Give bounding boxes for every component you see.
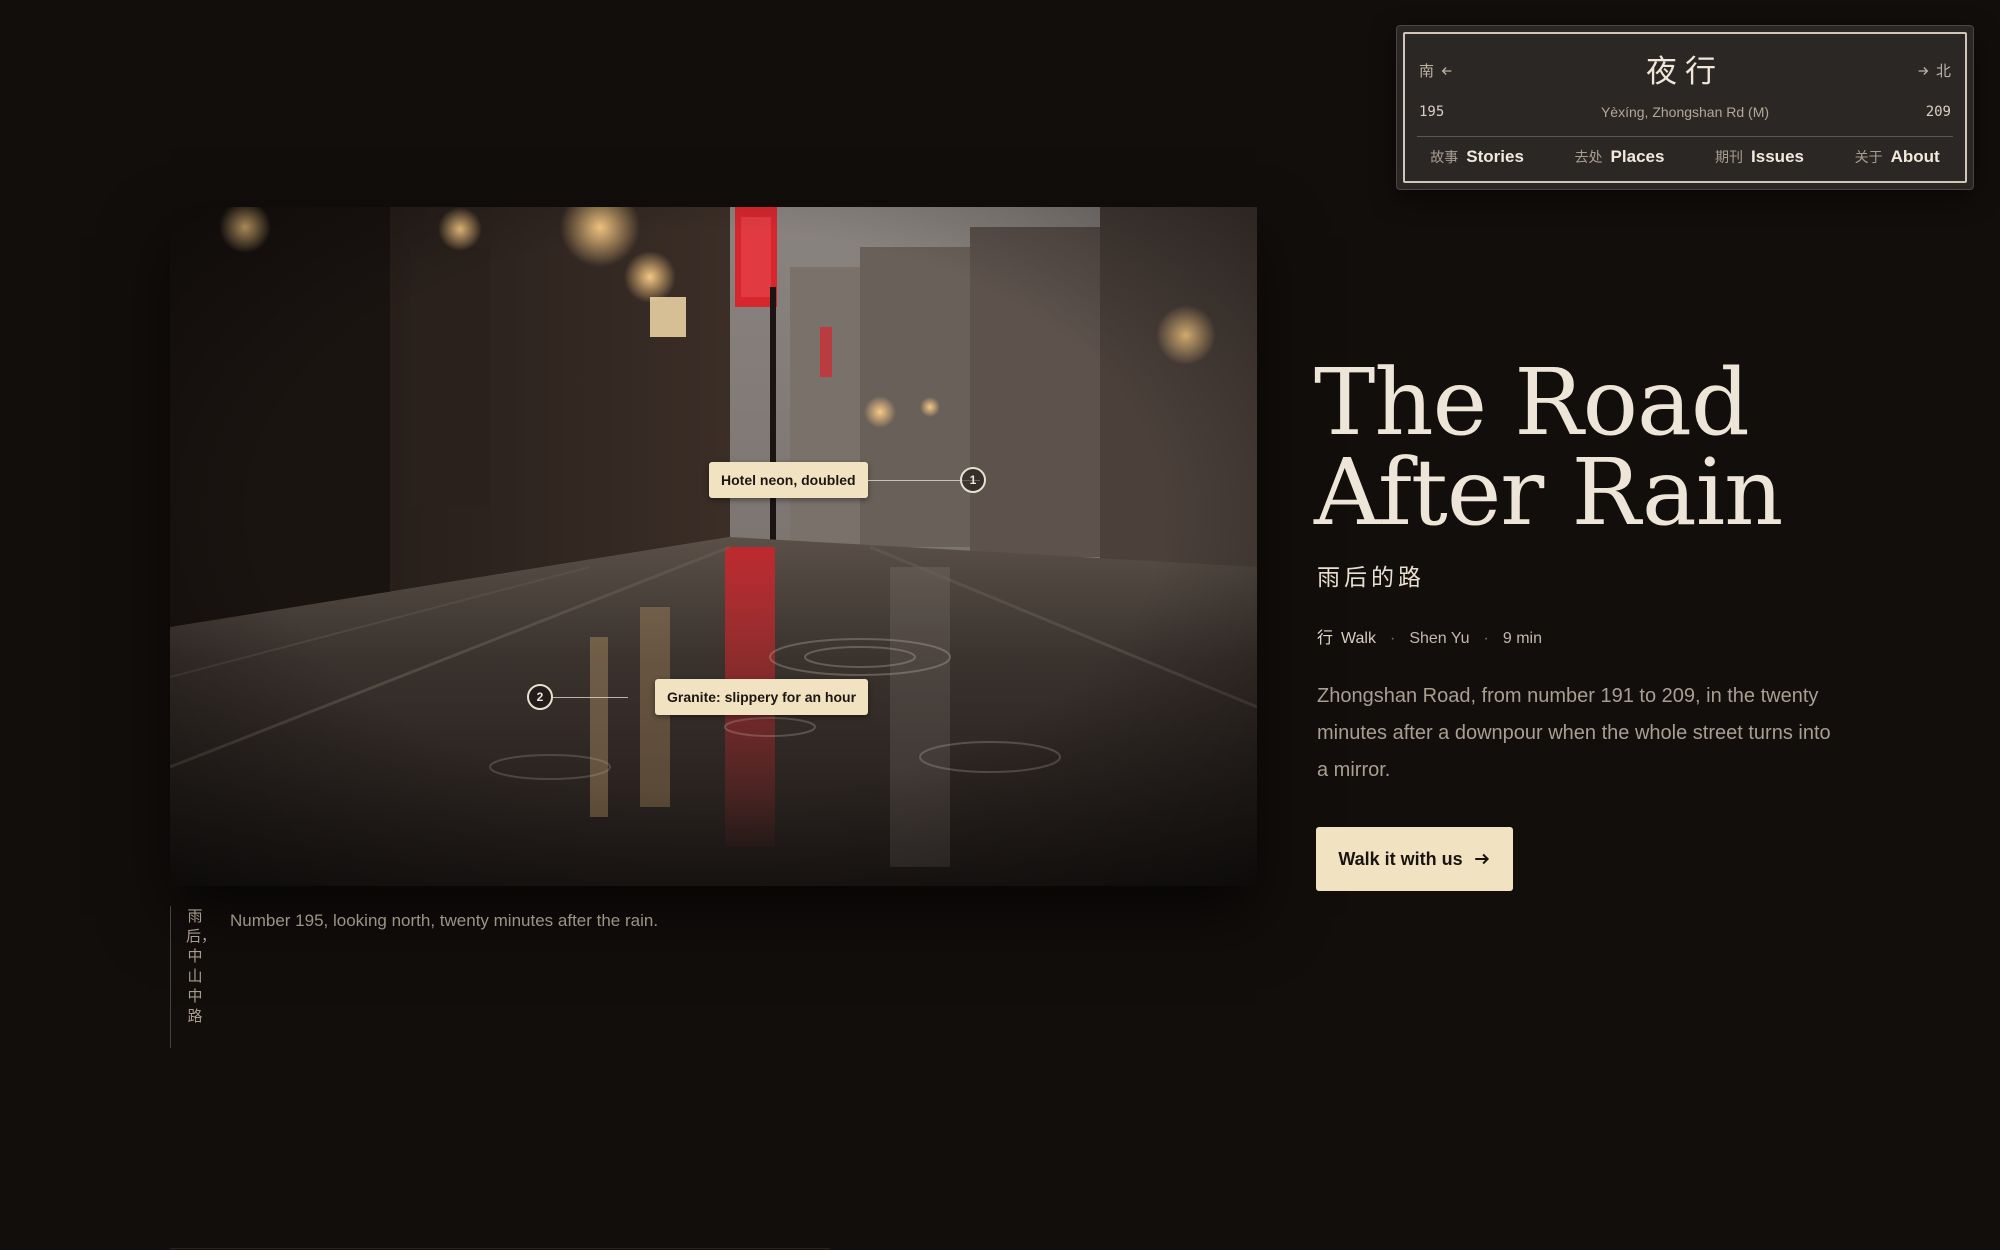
- nav-link-zh: 故事: [1430, 150, 1459, 166]
- nav-link-label: Stories: [1466, 147, 1524, 166]
- nav-link-zh: 关于: [1854, 150, 1883, 166]
- arrow-right-icon: [1918, 66, 1929, 75]
- rainy-street-photo: [170, 207, 1257, 886]
- article-title-line-2: After Rain: [1314, 439, 1783, 546]
- sign-subtitle: Yèxíng, Zhongshan Rd (M): [1600, 104, 1770, 120]
- nav-link-about[interactable]: 关于 About: [1855, 147, 1940, 167]
- meta-separator: ·: [1389, 630, 1396, 647]
- article-meta: 行 Walk · Shen Yu · 9 min: [1317, 624, 1542, 648]
- meta-category[interactable]: Walk: [1341, 630, 1376, 648]
- page: 南 夜行 北 195 Yèxíng, Zhongshan Rd (M) 209 …: [0, 0, 2000, 1250]
- meta-separator: ·: [1483, 630, 1489, 647]
- sign-number-end: 209: [1925, 104, 1951, 120]
- nav-link-zh: 期刊: [1715, 150, 1744, 166]
- cta-label: Walk it with us: [1338, 848, 1463, 869]
- article-title: The Road After Rain: [1314, 349, 1783, 546]
- article-title-line-1: The Road: [1314, 349, 1750, 456]
- caption-zh-vertical: 雨后，中山中路: [186, 907, 217, 1025]
- photo-hotspot-marker-1[interactable]: 1: [960, 467, 986, 493]
- sign-north-label: 北: [1935, 62, 1951, 80]
- nav-link-label: Places: [1610, 147, 1665, 166]
- hero-photo: Hotel neon, doubled 1 2 Granite: slipper…: [170, 207, 1257, 886]
- section-divider: [170, 1248, 830, 1249]
- callout-leader-line-2: [553, 697, 628, 698]
- nav-link-places[interactable]: 去处 Places: [1575, 147, 1665, 167]
- meta-read-time: 9 min: [1502, 630, 1542, 647]
- article-subtitle-zh: 雨后的路: [1317, 565, 1425, 591]
- sign-frame: 南 夜行 北 195 Yèxíng, Zhongshan Rd (M) 209 …: [1403, 32, 1967, 183]
- arrow-right-icon: [1474, 853, 1489, 865]
- caption-divider: [170, 906, 171, 1048]
- sign-title: 夜行: [1646, 54, 1724, 90]
- sign-divider: [1417, 136, 1953, 137]
- meta-category-zh: 行: [1317, 628, 1334, 647]
- sign-direction-north[interactable]: 北: [1916, 60, 1951, 81]
- nav-link-zh: 去处: [1574, 150, 1603, 166]
- meta-author[interactable]: Shen Yu: [1409, 630, 1469, 648]
- article-lede: Zhongshan Road, from number 191 to 209, …: [1317, 685, 1831, 781]
- nav-link-label: About: [1890, 147, 1940, 166]
- photo-caption: Number 195, looking north, twenty minute…: [230, 911, 659, 930]
- photo-callout-label-2: Granite: slippery for an hour: [655, 679, 869, 715]
- walk-it-with-us-button[interactable]: Walk it with us: [1316, 827, 1513, 891]
- nav-link-stories[interactable]: 故事 Stories: [1430, 147, 1524, 167]
- photo-callout-label-1: Hotel neon, doubled: [709, 462, 868, 498]
- street-sign-nav: 南 夜行 北 195 Yèxíng, Zhongshan Rd (M) 209 …: [1396, 25, 1974, 190]
- nav-link-label: Issues: [1751, 147, 1804, 166]
- photo-hotspot-marker-2[interactable]: 2: [527, 684, 553, 710]
- sign-nav-links: 故事 Stories 去处 Places 期刊 Issues 关于 About: [1405, 147, 1965, 167]
- nav-link-issues[interactable]: 期刊 Issues: [1715, 147, 1804, 167]
